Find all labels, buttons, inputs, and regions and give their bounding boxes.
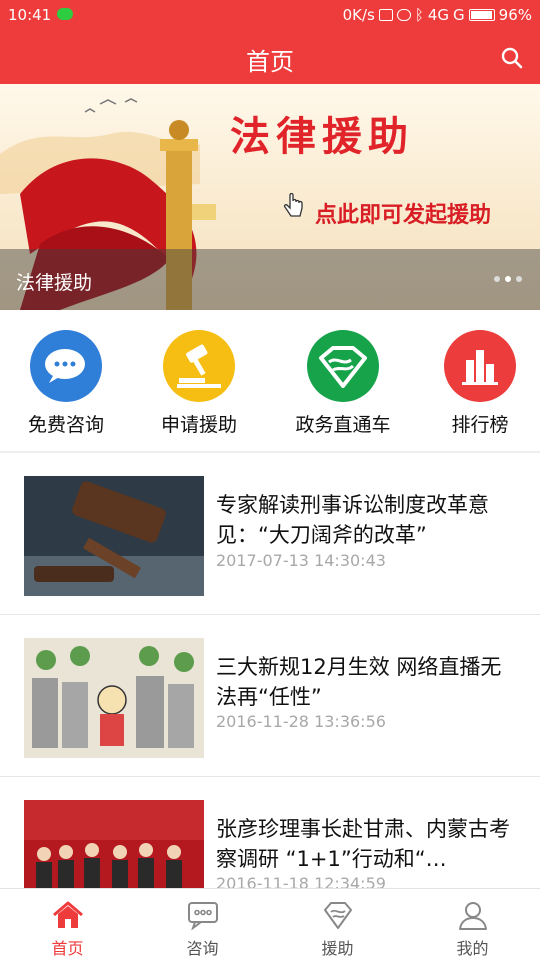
search-icon[interactable] — [500, 46, 524, 70]
list-divider — [0, 614, 540, 615]
banner-headline: 法律援助 — [230, 113, 414, 160]
news-title: 张彦珍理事长赴甘肃、内蒙古考察调研 “1+1”行动和“… — [216, 817, 510, 871]
chat-bubbles-icon — [30, 330, 102, 402]
tab-label: 咨询 — [186, 939, 219, 958]
page-title: 首页 — [246, 48, 294, 76]
feature-label: 政务直通车 — [295, 414, 391, 436]
status-bar: 10:41 0K/s ᛒ 4G G 96% — [0, 0, 540, 32]
vibrate-icon — [378, 9, 393, 21]
tab-aid[interactable]: 援助 — [270, 889, 405, 961]
status-time: 10:41 — [8, 6, 52, 24]
news-item[interactable]: 专家解读刑事诉讼制度改革意见：“大刀阔斧的改革” 2017-07-13 14:3… — [0, 476, 540, 640]
carousel-dot-active[interactable] — [505, 276, 511, 282]
handshake-icon — [307, 330, 379, 402]
news-timestamp: 2017-07-13 14:30:43 — [216, 551, 386, 570]
feature-free-consult[interactable]: 免费咨询 — [0, 330, 136, 437]
tab-consult[interactable]: 咨询 — [135, 889, 270, 961]
network-speed: 0K/s — [342, 6, 375, 24]
app-bar: 首页 — [0, 32, 540, 84]
aid-icon — [324, 902, 352, 929]
news-thumbnail — [24, 476, 204, 596]
tab-label: 援助 — [321, 939, 354, 958]
news-title: 三大新规12月生效 网络直播无法再“任性” — [216, 655, 502, 709]
feature-shortcuts: 免费咨询 申请援助 政务直通车 排行榜 — [0, 310, 540, 450]
carousel-dot[interactable] — [516, 276, 522, 282]
home-icon — [53, 901, 83, 928]
gavel-icon — [163, 330, 235, 402]
status-right: 0K/s ᛒ 4G G 96% — [343, 6, 532, 24]
tab-profile[interactable]: 我的 — [405, 889, 540, 961]
chat-icon — [188, 902, 218, 930]
profile-icon — [459, 902, 487, 930]
feature-apply-aid[interactable]: 申请援助 — [129, 330, 269, 437]
tab-label: 首页 — [51, 939, 84, 958]
battery-fill — [470, 11, 492, 19]
feature-label: 免费咨询 — [27, 414, 104, 436]
bluetooth-icon: ᛒ — [414, 6, 424, 24]
bar-chart-icon — [444, 330, 516, 402]
feature-ranking[interactable]: 排行榜 — [410, 330, 540, 437]
news-title: 专家解读刑事诉讼制度改革意见：“大刀阔斧的改革” — [216, 493, 489, 547]
list-divider — [0, 776, 540, 777]
feature-government-express[interactable]: 政务直通车 — [273, 330, 413, 437]
banner-caption: 法律援助 — [16, 272, 93, 294]
carousel-indicator[interactable] — [494, 276, 522, 282]
banner-carousel[interactable]: 法律援助 点此即可发起援助 法律援助 — [0, 84, 540, 310]
carousel-dot[interactable] — [494, 276, 500, 282]
news-thumbnail — [24, 638, 204, 758]
voicemail-icon — [57, 8, 73, 20]
signal-4g-label: 4G — [427, 6, 450, 24]
news-timestamp: 2016-11-28 13:36:56 — [216, 712, 386, 731]
section-divider — [0, 451, 540, 453]
bottom-tab-bar: 首页 咨询 援助 我的 — [0, 888, 540, 961]
battery-percent: 96% — [498, 6, 532, 24]
feature-label: 排行榜 — [451, 414, 509, 436]
feature-label: 申请援助 — [160, 414, 237, 436]
pointing-hand-icon — [283, 193, 303, 217]
banner-subtext: 点此即可发起援助 — [315, 203, 492, 228]
signal-g-label: G — [453, 6, 465, 24]
news-item[interactable]: 三大新规12月生效 网络直播无法再“任性” 2016-11-28 13:36:5… — [0, 638, 540, 802]
tab-home[interactable]: 首页 — [0, 889, 135, 961]
tab-label: 我的 — [456, 939, 489, 958]
battery-icon — [468, 9, 495, 21]
alarm-icon — [396, 9, 411, 21]
